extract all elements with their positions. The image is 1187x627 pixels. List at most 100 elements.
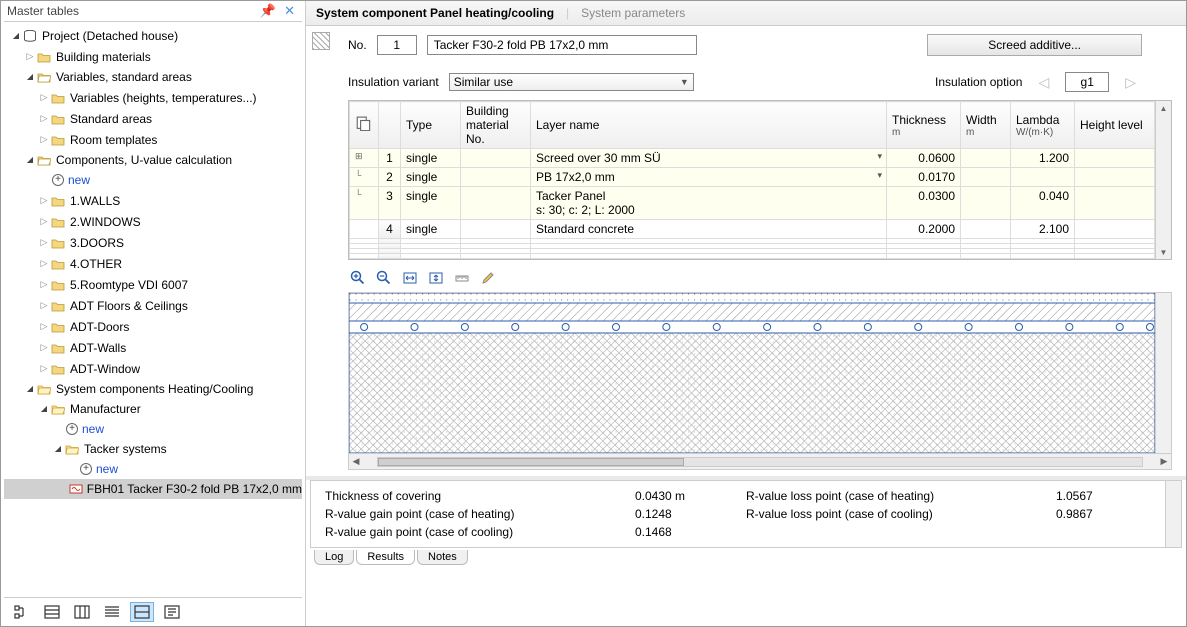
cell-width[interactable] [961, 168, 1011, 187]
prev-option-button[interactable]: ◁ [1032, 74, 1055, 91]
col-index[interactable] [379, 102, 401, 149]
tree-view[interactable]: Project (Detached house) Building materi… [4, 21, 302, 597]
tree-components-uvalue[interactable]: Components, U-value calculation [4, 150, 302, 170]
cell-type[interactable]: single [401, 168, 461, 187]
cell-height[interactable] [1075, 220, 1155, 239]
view-split-button[interactable] [130, 602, 154, 622]
cell-thickness[interactable]: 0.0600 [887, 149, 961, 168]
cell-lambda[interactable]: 2.100 [1011, 220, 1075, 239]
cell-width[interactable] [961, 149, 1011, 168]
row-handle[interactable] [350, 220, 379, 239]
drawing-vertical-scrollbar[interactable] [1155, 293, 1171, 453]
view-list-button[interactable] [100, 602, 124, 622]
tree-project[interactable]: Project (Detached house) [4, 26, 302, 46]
tree-adt-doors[interactable]: ADT-Doors [4, 316, 302, 337]
tree-other[interactable]: 4.OTHER [4, 253, 302, 274]
tree-room-templates[interactable]: Room templates [4, 129, 302, 150]
col-type[interactable]: Type [401, 102, 461, 149]
col-layer[interactable]: Layer name [531, 102, 887, 149]
table-row[interactable]: 4singleStandard concrete0.20002.100 [350, 220, 1155, 239]
tab-notes[interactable]: Notes [417, 550, 468, 565]
view-detail-button[interactable] [160, 602, 184, 622]
pin-icon[interactable]: 📌 [256, 3, 280, 19]
tree-new[interactable]: + new [4, 170, 302, 190]
fit-height-button[interactable] [426, 268, 446, 288]
chevron-down-icon[interactable]: ▾ [877, 151, 882, 162]
zoom-out-button[interactable] [374, 268, 394, 288]
screed-additive-button[interactable]: Screed additive... [927, 34, 1142, 56]
tree-building-materials[interactable]: Building materials [4, 46, 302, 67]
grid-vertical-scrollbar[interactable]: ▲▼ [1155, 101, 1171, 259]
no-input[interactable] [377, 35, 417, 55]
cell-layer[interactable]: Standard concrete [531, 220, 887, 239]
view-layers-button[interactable] [40, 602, 64, 622]
ruler-button[interactable] [452, 268, 472, 288]
col-height[interactable]: Height level [1075, 102, 1155, 149]
cell-thickness[interactable]: 0.0170 [887, 168, 961, 187]
row-handle-header[interactable] [350, 102, 379, 149]
fit-width-button[interactable] [400, 268, 420, 288]
tree-selected-item[interactable]: FBH01 Tacker F30-2 fold PB 17x2,0 mm [4, 479, 302, 499]
tab-log[interactable]: Log [314, 550, 354, 565]
cell-material[interactable] [461, 187, 531, 220]
cell-layer[interactable]: Tacker Panel s: 30; c: 2; L: 2000 [531, 187, 887, 220]
cell-lambda[interactable]: 0.040 [1011, 187, 1075, 220]
cell-height[interactable] [1075, 168, 1155, 187]
col-thickness[interactable]: Thicknessm [887, 102, 961, 149]
zoom-in-button[interactable] [348, 268, 368, 288]
hatch-toggle-icon[interactable] [312, 32, 330, 50]
cell-layer[interactable]: Screed over 30 mm SÜ▾ [531, 149, 887, 168]
close-icon[interactable]: ✕ [280, 3, 299, 19]
tree-sys-components[interactable]: System components Heating/Cooling [4, 379, 302, 399]
tree-windows[interactable]: 2.WINDOWS [4, 211, 302, 232]
results-scrollbar[interactable] [1165, 481, 1181, 547]
tree-adt-floors[interactable]: ADT Floors & Ceilings [4, 295, 302, 316]
table-row[interactable]: └2singlePB 17x2,0 mm▾0.0170 [350, 168, 1155, 187]
tree-adt-window[interactable]: ADT-Window [4, 358, 302, 379]
row-handle[interactable]: └ [350, 187, 379, 220]
tab-system-parameters[interactable]: System parameters [581, 4, 685, 22]
chevron-down-icon[interactable]: ▾ [877, 170, 882, 181]
cell-width[interactable] [961, 220, 1011, 239]
cell-layer[interactable]: PB 17x2,0 mm▾ [531, 168, 887, 187]
cell-thickness[interactable]: 0.0300 [887, 187, 961, 220]
col-width[interactable]: Widthm [961, 102, 1011, 149]
insulation-variant-select[interactable]: Similar use ▼ [449, 73, 694, 91]
cell-height[interactable] [1075, 149, 1155, 168]
tree-new[interactable]: +new [4, 459, 302, 479]
cell-type[interactable]: single [401, 187, 461, 220]
tree-doors[interactable]: 3.DOORS [4, 232, 302, 253]
cell-type[interactable]: single [401, 149, 461, 168]
tree-variables-heights[interactable]: Variables (heights, temperatures...) [4, 87, 302, 108]
name-input[interactable] [427, 35, 697, 55]
row-handle[interactable]: └ [350, 168, 379, 187]
insulation-option-value[interactable]: g1 [1065, 72, 1109, 92]
drawing-horizontal-scrollbar[interactable]: ◀▶ [349, 453, 1171, 469]
table-row[interactable]: ⊞1singleScreed over 30 mm SÜ▾0.06001.200 [350, 149, 1155, 168]
section-drawing[interactable] [349, 293, 1155, 453]
next-option-button[interactable]: ▷ [1119, 74, 1142, 91]
view-tree-button[interactable] [10, 602, 34, 622]
cell-material[interactable] [461, 168, 531, 187]
tree-tacker-systems[interactable]: Tacker systems [4, 439, 302, 459]
row-handle[interactable]: ⊞ [350, 149, 379, 168]
cell-height[interactable] [1075, 187, 1155, 220]
tree-variables-standard[interactable]: Variables, standard areas [4, 67, 302, 87]
cell-width[interactable] [961, 187, 1011, 220]
tab-results[interactable]: Results [356, 550, 415, 565]
col-material[interactable]: Building material No. [461, 102, 531, 149]
edit-button[interactable] [478, 268, 498, 288]
cell-material[interactable] [461, 149, 531, 168]
cell-lambda[interactable]: 1.200 [1011, 149, 1075, 168]
tree-walls[interactable]: 1.WALLS [4, 190, 302, 211]
tree-manufacturer[interactable]: Manufacturer [4, 399, 302, 419]
tree-roomtype[interactable]: 5.Roomtype VDI 6007 [4, 274, 302, 295]
tree-adt-walls[interactable]: ADT-Walls [4, 337, 302, 358]
cell-lambda[interactable] [1011, 168, 1075, 187]
tree-new[interactable]: +new [4, 419, 302, 439]
cell-type[interactable]: single [401, 220, 461, 239]
tab-panel-heating-cooling[interactable]: System component Panel heating/cooling [316, 4, 554, 22]
cell-material[interactable] [461, 220, 531, 239]
table-row[interactable]: └3singleTacker Panel s: 30; c: 2; L: 200… [350, 187, 1155, 220]
col-lambda[interactable]: LambdaW/(m·K) [1011, 102, 1075, 149]
